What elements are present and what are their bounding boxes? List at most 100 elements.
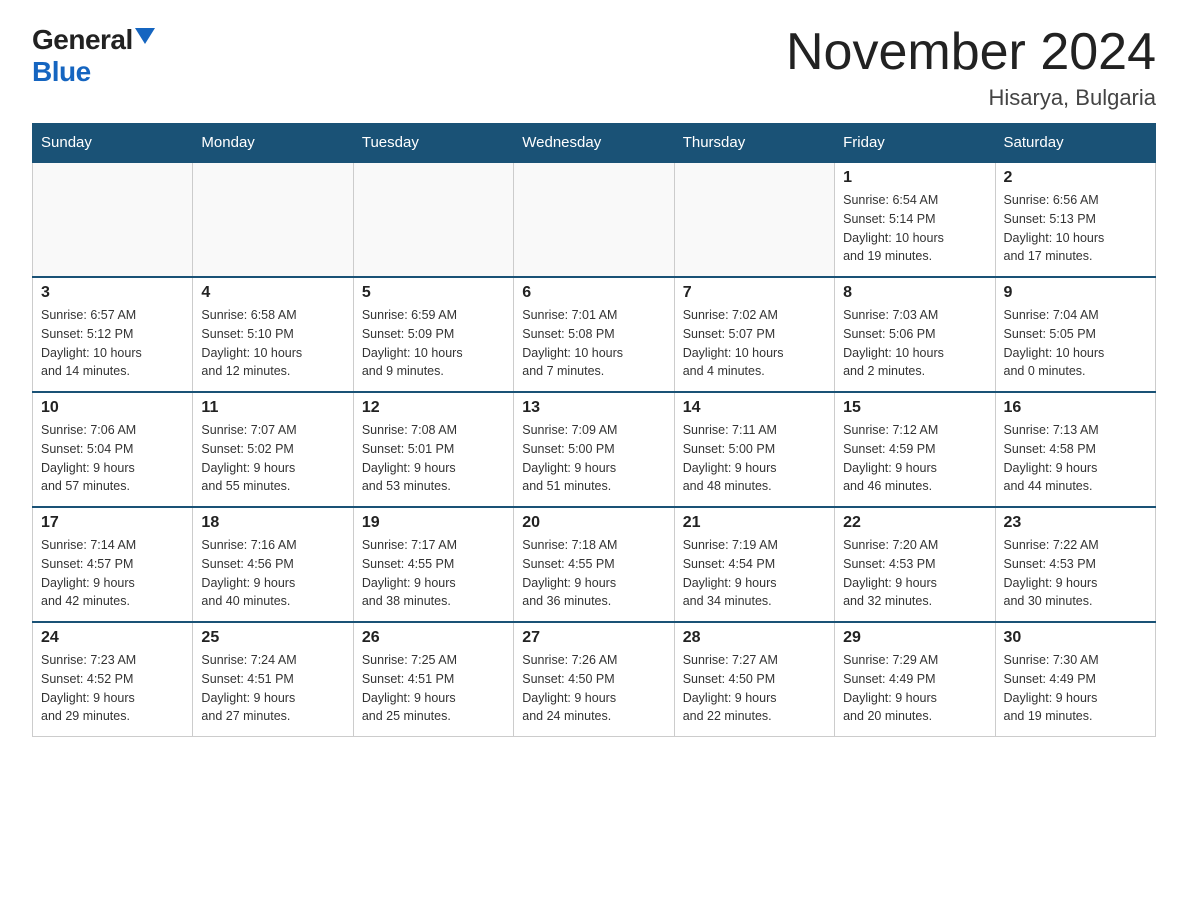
weekday-header-sunday: Sunday xyxy=(33,124,193,163)
weekday-header-row: SundayMondayTuesdayWednesdayThursdayFrid… xyxy=(33,124,1156,163)
day-info: Sunrise: 6:56 AMSunset: 5:13 PMDaylight:… xyxy=(1004,191,1147,266)
day-info: Sunrise: 7:13 AMSunset: 4:58 PMDaylight:… xyxy=(1004,421,1147,496)
calendar-day-cell: 1 Sunrise: 6:54 AMSunset: 5:14 PMDaylight… xyxy=(835,162,995,277)
day-info: Sunrise: 7:23 AMSunset: 4:52 PMDaylight:… xyxy=(41,651,184,726)
calendar-day-cell: 13Sunrise: 7:09 AMSunset: 5:00 PMDayligh… xyxy=(514,392,674,507)
day-info: Sunrise: 6:57 AMSunset: 5:12 PMDaylight:… xyxy=(41,306,184,381)
day-number: 6 xyxy=(522,284,665,302)
day-number: 29 xyxy=(843,629,986,647)
day-info: Sunrise: 7:01 AMSunset: 5:08 PMDaylight:… xyxy=(522,306,665,381)
calendar-day-cell: 15 Sunrise: 7:12 AMSunset: 4:59 PMDayligh… xyxy=(835,392,995,507)
day-number: 19 xyxy=(362,514,505,532)
calendar-day-cell: 23 Sunrise: 7:22 AMSunset: 4:53 PMDayligh… xyxy=(995,507,1155,622)
calendar-week-row: 3Sunrise: 6:57 AMSunset: 5:12 PMDaylight… xyxy=(33,277,1156,392)
day-number: 11 xyxy=(201,399,344,417)
day-info: Sunrise: 7:16 AMSunset: 4:56 PMDaylight:… xyxy=(201,536,344,611)
day-info: Sunrise: 7:27 AMSunset: 4:50 PMDaylight:… xyxy=(683,651,826,726)
day-number: 2 xyxy=(1004,169,1147,187)
calendar-table: SundayMondayTuesdayWednesdayThursdayFrid… xyxy=(32,123,1156,737)
day-number: 5 xyxy=(362,284,505,302)
weekday-header-monday: Monday xyxy=(193,124,353,163)
day-number: 15 xyxy=(843,399,986,417)
logo-triangle-icon xyxy=(135,28,155,44)
day-number: 17 xyxy=(41,514,184,532)
day-info: Sunrise: 7:11 AMSunset: 5:00 PMDaylight:… xyxy=(683,421,826,496)
day-number: 21 xyxy=(683,514,826,532)
calendar-day-cell: 11 Sunrise: 7:07 AMSunset: 5:02 PMDayligh… xyxy=(193,392,353,507)
calendar-empty-cell xyxy=(514,162,674,277)
day-number: 22 xyxy=(843,514,986,532)
calendar-day-cell: 5 Sunrise: 6:59 AMSunset: 5:09 PMDaylight… xyxy=(353,277,513,392)
day-number: 26 xyxy=(362,629,505,647)
calendar-week-row: 10Sunrise: 7:06 AMSunset: 5:04 PMDayligh… xyxy=(33,392,1156,507)
weekday-header-wednesday: Wednesday xyxy=(514,124,674,163)
calendar-day-cell: 8 Sunrise: 7:03 AMSunset: 5:06 PMDaylight… xyxy=(835,277,995,392)
day-number: 23 xyxy=(1004,514,1147,532)
calendar-day-cell: 25 Sunrise: 7:24 AMSunset: 4:51 PMDayligh… xyxy=(193,622,353,737)
day-number: 4 xyxy=(201,284,344,302)
logo: General Blue xyxy=(32,24,155,88)
day-number: 12 xyxy=(362,399,505,417)
calendar-day-cell: 2 Sunrise: 6:56 AMSunset: 5:13 PMDaylight… xyxy=(995,162,1155,277)
calendar-day-cell: 12 Sunrise: 7:08 AMSunset: 5:01 PMDayligh… xyxy=(353,392,513,507)
day-info: Sunrise: 7:24 AMSunset: 4:51 PMDaylight:… xyxy=(201,651,344,726)
logo-general-text: General xyxy=(32,24,133,56)
calendar-day-cell: 6 Sunrise: 7:01 AMSunset: 5:08 PMDaylight… xyxy=(514,277,674,392)
calendar-day-cell: 28 Sunrise: 7:27 AMSunset: 4:50 PMDayligh… xyxy=(674,622,834,737)
calendar-day-cell: 4 Sunrise: 6:58 AMSunset: 5:10 PMDaylight… xyxy=(193,277,353,392)
day-info: Sunrise: 7:17 AMSunset: 4:55 PMDaylight:… xyxy=(362,536,505,611)
day-info: Sunrise: 7:30 AMSunset: 4:49 PMDaylight:… xyxy=(1004,651,1147,726)
calendar-day-cell: 10Sunrise: 7:06 AMSunset: 5:04 PMDayligh… xyxy=(33,392,193,507)
calendar-week-row: 24 Sunrise: 7:23 AMSunset: 4:52 PMDayligh… xyxy=(33,622,1156,737)
calendar-day-cell: 29 Sunrise: 7:29 AMSunset: 4:49 PMDayligh… xyxy=(835,622,995,737)
calendar-empty-cell xyxy=(674,162,834,277)
day-info: Sunrise: 7:14 AMSunset: 4:57 PMDaylight:… xyxy=(41,536,184,611)
day-info: Sunrise: 7:19 AMSunset: 4:54 PMDaylight:… xyxy=(683,536,826,611)
day-info: Sunrise: 7:29 AMSunset: 4:49 PMDaylight:… xyxy=(843,651,986,726)
day-info: Sunrise: 7:12 AMSunset: 4:59 PMDaylight:… xyxy=(843,421,986,496)
day-info: Sunrise: 7:07 AMSunset: 5:02 PMDaylight:… xyxy=(201,421,344,496)
calendar-empty-cell xyxy=(193,162,353,277)
weekday-header-tuesday: Tuesday xyxy=(353,124,513,163)
calendar-empty-cell xyxy=(33,162,193,277)
calendar-day-cell: 21 Sunrise: 7:19 AMSunset: 4:54 PMDayligh… xyxy=(674,507,834,622)
calendar-day-cell: 24 Sunrise: 7:23 AMSunset: 4:52 PMDayligh… xyxy=(33,622,193,737)
day-info: Sunrise: 7:08 AMSunset: 5:01 PMDaylight:… xyxy=(362,421,505,496)
location-title: Hisarya, Bulgaria xyxy=(786,85,1156,111)
logo-blue-text: Blue xyxy=(32,56,91,88)
day-number: 28 xyxy=(683,629,826,647)
calendar-day-cell: 19 Sunrise: 7:17 AMSunset: 4:55 PMDayligh… xyxy=(353,507,513,622)
day-info: Sunrise: 6:54 AMSunset: 5:14 PMDaylight:… xyxy=(843,191,986,266)
calendar-day-cell: 18 Sunrise: 7:16 AMSunset: 4:56 PMDayligh… xyxy=(193,507,353,622)
day-number: 10 xyxy=(41,399,184,417)
day-number: 27 xyxy=(522,629,665,647)
calendar-day-cell: 14 Sunrise: 7:11 AMSunset: 5:00 PMDayligh… xyxy=(674,392,834,507)
day-info: Sunrise: 6:59 AMSunset: 5:09 PMDaylight:… xyxy=(362,306,505,381)
header: General Blue November 2024 Hisarya, Bulg… xyxy=(32,24,1156,111)
calendar-day-cell: 27Sunrise: 7:26 AMSunset: 4:50 PMDayligh… xyxy=(514,622,674,737)
weekday-header-friday: Friday xyxy=(835,124,995,163)
day-number: 14 xyxy=(683,399,826,417)
day-number: 24 xyxy=(41,629,184,647)
day-info: Sunrise: 7:03 AMSunset: 5:06 PMDaylight:… xyxy=(843,306,986,381)
calendar-day-cell: 20Sunrise: 7:18 AMSunset: 4:55 PMDayligh… xyxy=(514,507,674,622)
day-number: 7 xyxy=(683,284,826,302)
calendar-day-cell: 16 Sunrise: 7:13 AMSunset: 4:58 PMDayligh… xyxy=(995,392,1155,507)
title-block: November 2024 Hisarya, Bulgaria xyxy=(786,24,1156,111)
day-number: 25 xyxy=(201,629,344,647)
day-info: Sunrise: 7:18 AMSunset: 4:55 PMDaylight:… xyxy=(522,536,665,611)
calendar-week-row: 17 Sunrise: 7:14 AMSunset: 4:57 PMDayligh… xyxy=(33,507,1156,622)
calendar-day-cell: 9Sunrise: 7:04 AMSunset: 5:05 PMDaylight… xyxy=(995,277,1155,392)
day-info: Sunrise: 7:04 AMSunset: 5:05 PMDaylight:… xyxy=(1004,306,1147,381)
day-info: Sunrise: 6:58 AMSunset: 5:10 PMDaylight:… xyxy=(201,306,344,381)
calendar-day-cell: 3Sunrise: 6:57 AMSunset: 5:12 PMDaylight… xyxy=(33,277,193,392)
day-number: 1 xyxy=(843,169,986,187)
day-info: Sunrise: 7:22 AMSunset: 4:53 PMDaylight:… xyxy=(1004,536,1147,611)
day-number: 8 xyxy=(843,284,986,302)
day-number: 16 xyxy=(1004,399,1147,417)
day-number: 18 xyxy=(201,514,344,532)
day-info: Sunrise: 7:02 AMSunset: 5:07 PMDaylight:… xyxy=(683,306,826,381)
calendar-day-cell: 22Sunrise: 7:20 AMSunset: 4:53 PMDayligh… xyxy=(835,507,995,622)
day-info: Sunrise: 7:25 AMSunset: 4:51 PMDaylight:… xyxy=(362,651,505,726)
calendar-empty-cell xyxy=(353,162,513,277)
